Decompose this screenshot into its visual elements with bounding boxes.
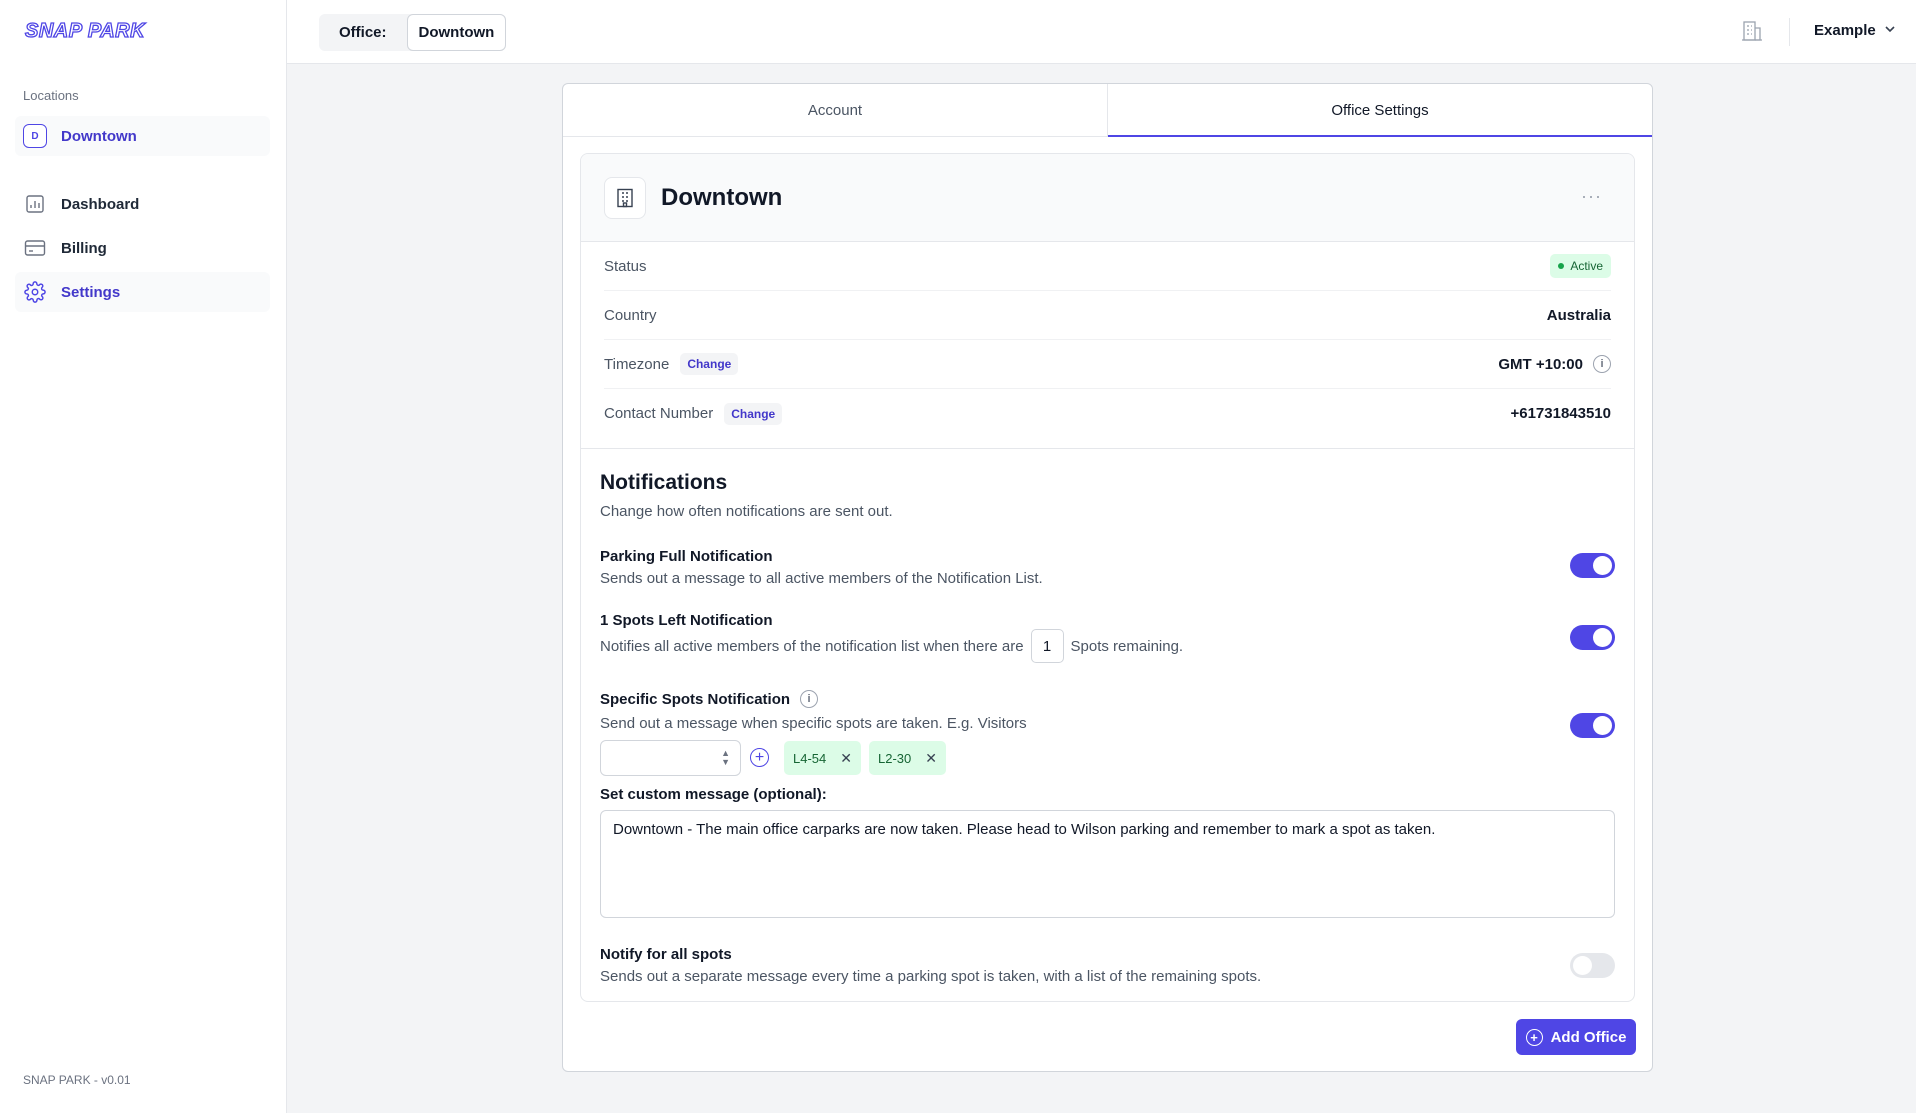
close-icon[interactable]: ✕ <box>840 750 852 767</box>
app-version: SNAP PARK - v0.01 <box>23 1073 131 1087</box>
sidebar: SNAP PARK Locations D Downtown Dashboard… <box>0 0 287 1113</box>
parking-full-toggle[interactable] <box>1570 553 1615 578</box>
sidebar-item-settings[interactable]: Settings <box>15 272 270 312</box>
sidebar-item-billing[interactable]: Billing <box>15 228 270 268</box>
sidebar-item-dashboard[interactable]: Dashboard <box>15 184 270 224</box>
tabs: Account Office Settings <box>563 84 1652 137</box>
office-selector-value[interactable]: Downtown <box>406 14 507 51</box>
notifications-title: Notifications <box>600 471 728 494</box>
user-name: Example <box>1814 22 1876 39</box>
tab-account[interactable]: Account <box>563 84 1107 136</box>
office-selector-label: Office: <box>339 24 387 41</box>
contact-change-button[interactable]: Change <box>724 402 783 425</box>
office-building-icon <box>604 177 646 219</box>
contact-row: Contact Number Change +61731843510 <box>604 389 1611 438</box>
app-logo[interactable]: SNAP PARK <box>24 19 145 43</box>
sidebar-item-label: Dashboard <box>61 195 140 213</box>
status-badge: Active <box>1550 254 1611 278</box>
specific-spots-label-row: Specific Spots Notification i <box>600 690 819 708</box>
contact-label: Contact Number <box>604 405 714 422</box>
info-icon[interactable]: i <box>800 690 819 708</box>
timezone-change-button[interactable]: Change <box>680 353 739 375</box>
add-spot-icon[interactable]: + <box>750 748 769 767</box>
location-item-downtown[interactable]: D Downtown <box>15 116 270 156</box>
country-label: Country <box>604 306 657 324</box>
timezone-row: Timezone Change GMT +10:00 i <box>604 340 1611 389</box>
parking-full-desc: Sends out a message to all active member… <box>600 570 1043 587</box>
stepper-icon[interactable]: ▲ ▼ <box>721 749 730 767</box>
spots-left-desc-after: Spots remaining. <box>1070 637 1184 655</box>
spots-left-desc-before: Notifies all active members of the notif… <box>600 637 1024 655</box>
specific-spots-desc: Send out a message when specific spots a… <box>600 715 1027 732</box>
status-row: Status Active <box>604 242 1611 291</box>
timezone-label: Timezone <box>604 355 670 373</box>
specific-spots-toggle[interactable] <box>1570 713 1615 738</box>
add-office-label: Add Office <box>1550 1028 1627 1046</box>
status-label: Status <box>604 257 647 275</box>
notifications-section: Notifications Change how often notificat… <box>581 448 1634 1001</box>
notifications-subtitle: Change how often notifications are sent … <box>600 503 893 520</box>
chevron-down-icon <box>1884 22 1896 39</box>
plus-circle-icon: + <box>1525 1028 1543 1046</box>
all-spots-desc: Sends out a separate message every time … <box>600 968 1262 985</box>
header-divider <box>1789 18 1790 46</box>
sidebar-item-label: Settings <box>61 283 121 301</box>
building-icon[interactable] <box>1741 20 1765 44</box>
spots-left-label: 1 Spots Left Notification <box>600 612 773 629</box>
spots-left-desc: Notifies all active members of the notif… <box>600 629 1183 663</box>
user-menu[interactable]: Example <box>1814 22 1896 39</box>
status-dot-icon <box>1558 263 1565 269</box>
custom-message-textarea[interactable]: Downtown - The main office carparks are … <box>600 810 1615 918</box>
spot-chip-label: L2-30 <box>878 750 912 766</box>
more-options-icon[interactable]: ··· <box>1581 186 1602 207</box>
all-spots-toggle[interactable] <box>1570 953 1615 978</box>
spot-chip: L2-30 ✕ <box>869 741 946 775</box>
location-badge: D <box>23 124 47 148</box>
close-icon[interactable]: ✕ <box>925 750 937 767</box>
all-spots-label: Notify for all spots <box>600 946 732 963</box>
sidebar-item-label: Billing <box>61 239 107 257</box>
spot-number-input[interactable]: ▲ ▼ <box>600 740 741 776</box>
office-header: Downtown ··· <box>581 154 1634 242</box>
custom-message-label: Set custom message (optional): <box>600 786 827 803</box>
status-value: Active <box>1570 259 1603 273</box>
spot-chip: L4-54 ✕ <box>784 741 861 775</box>
gear-icon <box>23 280 47 304</box>
parking-full-label: Parking Full Notification <box>600 548 773 565</box>
info-icon[interactable]: i <box>1593 355 1611 373</box>
top-header: Office: Downtown Example <box>287 0 1916 64</box>
add-office-button[interactable]: + Add Office <box>1516 1019 1636 1055</box>
spots-left-toggle[interactable] <box>1570 625 1615 650</box>
spot-chip-label: L4-54 <box>793 750 827 766</box>
office-selector[interactable]: Office: Downtown <box>319 14 507 51</box>
location-label: Downtown <box>61 127 137 145</box>
contact-value: +61731843510 <box>1510 405 1611 422</box>
office-panel: Downtown ··· Status Active Country Austr… <box>580 153 1635 1002</box>
credit-card-icon <box>23 236 47 260</box>
specific-spots-label: Specific Spots Notification <box>600 690 791 708</box>
country-value: Australia <box>1546 306 1611 324</box>
tab-office-settings[interactable]: Office Settings <box>1107 84 1652 137</box>
settings-card: Account Office Settings Downtown ··· Sta… <box>562 83 1653 1072</box>
country-row: Country Australia <box>604 291 1611 340</box>
office-title: Downtown <box>661 184 783 211</box>
timezone-value: GMT +10:00 <box>1498 355 1583 373</box>
locations-label: Locations <box>23 88 79 103</box>
spots-left-count-input[interactable]: 1 <box>1030 629 1064 663</box>
chart-icon <box>23 192 47 216</box>
